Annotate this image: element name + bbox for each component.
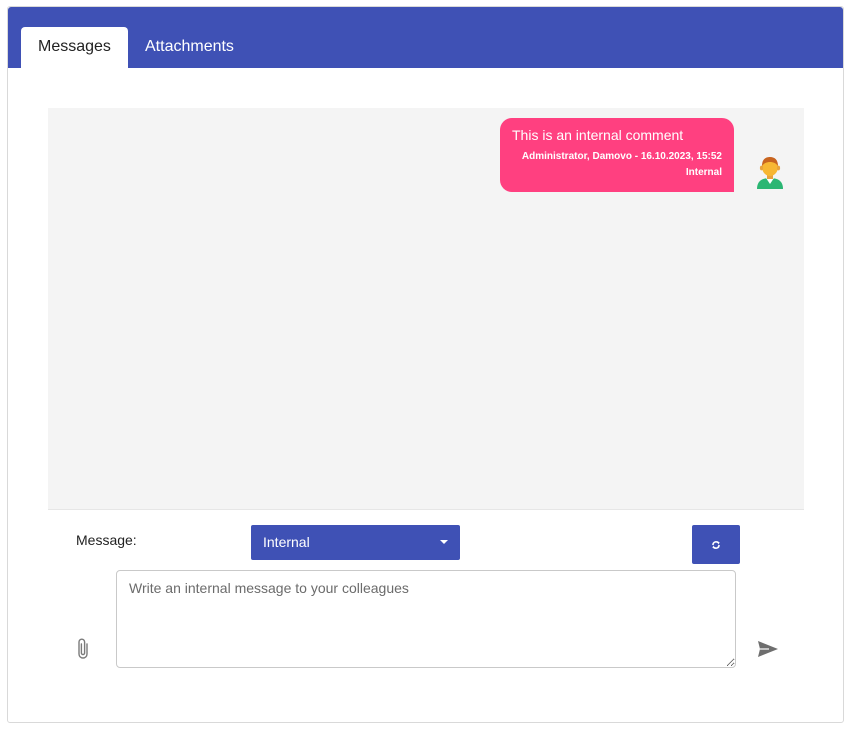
user-avatar-icon (754, 155, 786, 189)
tab-bar: Messages Attachments (8, 7, 843, 68)
messages-panel: Messages Attachments This is an internal… (7, 6, 844, 723)
message-meta: Administrator, Damovo - 16.10.2023, 15:5… (521, 151, 722, 162)
send-button[interactable] (757, 639, 779, 659)
chat-area[interactable]: This is an internal comment Administrato… (48, 108, 804, 510)
send-icon (758, 641, 778, 657)
message-label: Message: (76, 532, 137, 548)
chevron-down-icon (440, 540, 448, 544)
refresh-button[interactable] (692, 525, 740, 564)
message-visibility-tag: Internal (685, 167, 722, 178)
message-type-select[interactable]: Internal (251, 525, 460, 560)
paperclip-icon[interactable] (74, 637, 94, 661)
tab-attachments[interactable]: Attachments (128, 27, 251, 68)
refresh-icon (712, 540, 720, 549)
message-type-value: Internal (263, 534, 310, 550)
message-input[interactable] (116, 570, 736, 668)
message-text: This is an internal comment (512, 127, 684, 143)
message-bubble: This is an internal comment Administrato… (500, 118, 734, 192)
tab-messages[interactable]: Messages (21, 27, 128, 68)
